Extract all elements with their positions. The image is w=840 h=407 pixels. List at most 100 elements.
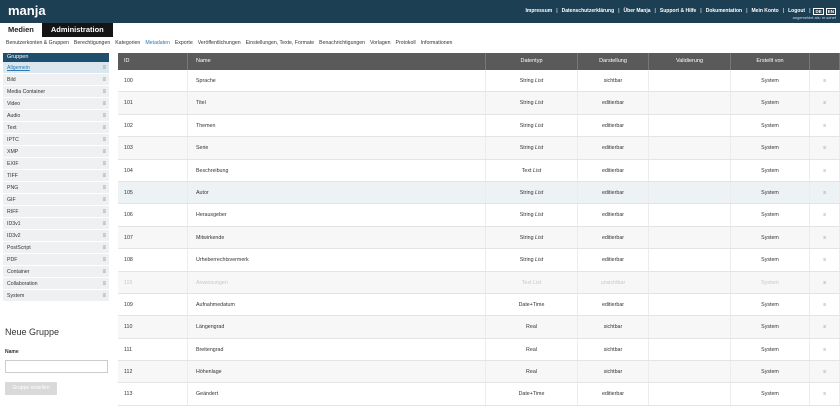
table-row[interactable]: 113 Geändert Date+Time editierbar System ≡ <box>118 383 840 406</box>
drag-handle-icon[interactable]: ≡ <box>102 182 106 194</box>
col-header-name[interactable]: Name <box>188 53 486 70</box>
tab-medien[interactable]: Medien <box>0 23 42 37</box>
table-row[interactable]: 104 Beschreibung Text List editierbar System… <box>118 159 840 182</box>
col-header-datentyp[interactable]: Datentyp <box>486 53 578 70</box>
table-row[interactable]: 112 Höhenlage Real sichtbar System ≡ <box>118 361 840 384</box>
drag-handle-icon[interactable]: ≡ <box>102 74 106 86</box>
subnav-veroeffentlichungen[interactable]: Veröffentlichungen <box>198 40 241 46</box>
tab-administration[interactable]: Administration <box>41 23 113 37</box>
table-row[interactable]: 105 Autor String List editierbar System ≡ <box>118 181 840 205</box>
sidebar-item-audio[interactable]: Audio ≡ <box>3 110 109 122</box>
drag-handle-icon[interactable]: ≡ <box>102 146 106 158</box>
nav-mein-konto[interactable]: Mein Konto <box>749 8 782 15</box>
table-row[interactable]: 107 Mitwirkende String List editierbar Syste… <box>118 226 840 250</box>
drag-handle-icon[interactable]: ≡ <box>102 110 106 122</box>
sidebar-item-container[interactable]: Container ≡ <box>3 266 109 278</box>
drag-handle-icon[interactable]: ≡ <box>102 86 106 98</box>
nav-support[interactable]: Support & Hilfe <box>657 8 699 15</box>
row-menu-icon[interactable]: ≡ <box>810 181 840 204</box>
subnav-kategorien[interactable]: Kategorien <box>115 40 140 46</box>
table-row[interactable]: 110 Längengrad Real sichtbar System ≡ <box>118 316 840 339</box>
drag-handle-icon[interactable]: ≡ <box>102 218 106 230</box>
sidebar-item-bild[interactable]: Bild ≡ <box>3 74 109 86</box>
sidebar-item-text[interactable]: Text ≡ <box>3 122 109 134</box>
subnav-exporte[interactable]: Exporte <box>175 40 193 46</box>
sidebar-item-video[interactable]: Video ≡ <box>3 98 109 110</box>
nav-logout[interactable]: Logout <box>785 8 808 15</box>
subnav-benachrichtigungen[interactable]: Benachrichtigungen <box>319 40 365 46</box>
col-header-validierung[interactable]: Validierung <box>649 53 731 70</box>
drag-handle-icon[interactable]: ≡ <box>102 62 106 74</box>
subnav-einstellungen[interactable]: Einstellungen, Texte, Formate <box>246 40 315 46</box>
sidebar-item-png[interactable]: PNG ≡ <box>3 182 109 194</box>
nav-dokumentation[interactable]: Dokumentation <box>703 8 745 15</box>
table-row[interactable]: 106 Herausgeber String List editierbar Syste… <box>118 204 840 227</box>
sidebar-item-id3v2[interactable]: ID3v2 ≡ <box>3 230 109 242</box>
drag-handle-icon[interactable]: ≡ <box>102 170 106 182</box>
sidebar-item-collaboration[interactable]: Collaboration ≡ <box>3 278 109 290</box>
sidebar-item-allgemein[interactable]: Allgemein ≡ <box>3 62 109 74</box>
lang-de-button[interactable]: DE <box>813 8 824 15</box>
row-menu-icon[interactable]: ≡ <box>810 92 840 114</box>
sidebar-item-postscript[interactable]: PostScript ≡ <box>3 242 109 254</box>
table-row[interactable]: 115 Anweisungen Text List unsichtbar System ≡ <box>118 271 840 294</box>
subnav-informationen[interactable]: Informationen <box>421 40 453 46</box>
drag-handle-icon[interactable]: ≡ <box>102 290 106 302</box>
sidebar-item-pdf[interactable]: PDF ≡ <box>3 254 109 266</box>
row-menu-icon[interactable]: ≡ <box>810 271 840 293</box>
row-menu-icon[interactable]: ≡ <box>810 159 840 181</box>
create-group-button[interactable]: Gruppe erstellen <box>5 382 57 395</box>
drag-handle-icon[interactable]: ≡ <box>102 206 106 218</box>
nav-ueber-manja[interactable]: Über Manja <box>621 8 654 15</box>
row-menu-icon[interactable]: ≡ <box>810 316 840 338</box>
row-menu-icon[interactable]: ≡ <box>810 338 840 361</box>
col-header-id[interactable]: ID <box>118 53 188 70</box>
row-menu-icon[interactable]: ≡ <box>810 361 840 383</box>
row-menu-icon[interactable]: ≡ <box>810 204 840 226</box>
row-menu-icon[interactable]: ≡ <box>810 249 840 271</box>
drag-handle-icon[interactable]: ≡ <box>102 194 106 206</box>
sidebar-item-system[interactable]: System ≡ <box>3 290 109 302</box>
col-header-erstellt-von[interactable]: Erstellt von <box>731 53 810 70</box>
row-menu-icon[interactable]: ≡ <box>810 226 840 249</box>
row-menu-icon[interactable]: ≡ <box>810 293 840 316</box>
drag-handle-icon[interactable]: ≡ <box>102 158 106 170</box>
subnav-berechtigungen[interactable]: Berechtigungen <box>74 40 110 46</box>
sidebar-item-id3v1[interactable]: ID3v1 ≡ <box>3 218 109 230</box>
subnav-benutzerkonten[interactable]: Benutzerkonten & Gruppen <box>6 40 69 46</box>
sidebar-item-gif[interactable]: GIF ≡ <box>3 194 109 206</box>
row-menu-icon[interactable]: ≡ <box>810 70 840 92</box>
table-row[interactable]: 102 Themen String List editierbar System ≡ <box>118 114 840 138</box>
sidebar-item-exif[interactable]: EXIF ≡ <box>3 158 109 170</box>
table-row[interactable]: 103 Serie String List editierbar System ≡ <box>118 137 840 160</box>
drag-handle-icon[interactable]: ≡ <box>102 266 106 278</box>
drag-handle-icon[interactable]: ≡ <box>102 230 106 242</box>
sidebar-item-media-container[interactable]: Media Container ≡ <box>3 86 109 98</box>
drag-handle-icon[interactable]: ≡ <box>102 254 106 266</box>
drag-handle-icon[interactable]: ≡ <box>102 122 106 134</box>
row-menu-icon[interactable]: ≡ <box>810 114 840 137</box>
sidebar-item-riff[interactable]: RIFF ≡ <box>3 206 109 218</box>
row-menu-icon[interactable]: ≡ <box>810 383 840 405</box>
table-row[interactable]: 108 Urheberrechtsvermerk String List editie… <box>118 249 840 272</box>
row-menu-icon[interactable]: ≡ <box>810 137 840 159</box>
drag-handle-icon[interactable]: ≡ <box>102 134 106 146</box>
sidebar-item-tiff[interactable]: TIFF ≡ <box>3 170 109 182</box>
table-row[interactable]: 111 Breitengrad Real sichtbar System ≡ <box>118 338 840 362</box>
manja-logo[interactable]: manja <box>8 3 56 19</box>
table-row[interactable]: 101 Titel String List editierbar System ≡ <box>118 92 840 115</box>
table-row[interactable]: 109 Aufnahmedatum Date+Time editierbar Syste… <box>118 293 840 317</box>
col-header-darstellung[interactable]: Darstellung <box>578 53 649 70</box>
drag-handle-icon[interactable]: ≡ <box>102 98 106 110</box>
subnav-metadaten[interactable]: Metadaten <box>145 40 170 46</box>
lang-en-button[interactable]: EN <box>825 8 836 15</box>
nav-datenschutz[interactable]: Datenschutzerklärung <box>559 8 618 15</box>
subnav-protokoll[interactable]: Protokoll <box>395 40 415 46</box>
table-row[interactable]: 100 Sprache String List sichtbar System ≡ <box>118 70 840 93</box>
sidebar-item-xmp[interactable]: XMP ≡ <box>3 146 109 158</box>
drag-handle-icon[interactable]: ≡ <box>102 242 106 254</box>
nav-impressum[interactable]: Impressum <box>523 8 556 15</box>
subnav-vorlagen[interactable]: Vorlagen <box>370 40 390 46</box>
sidebar-item-iptc[interactable]: IPTC ≡ <box>3 134 109 146</box>
drag-handle-icon[interactable]: ≡ <box>102 278 106 290</box>
